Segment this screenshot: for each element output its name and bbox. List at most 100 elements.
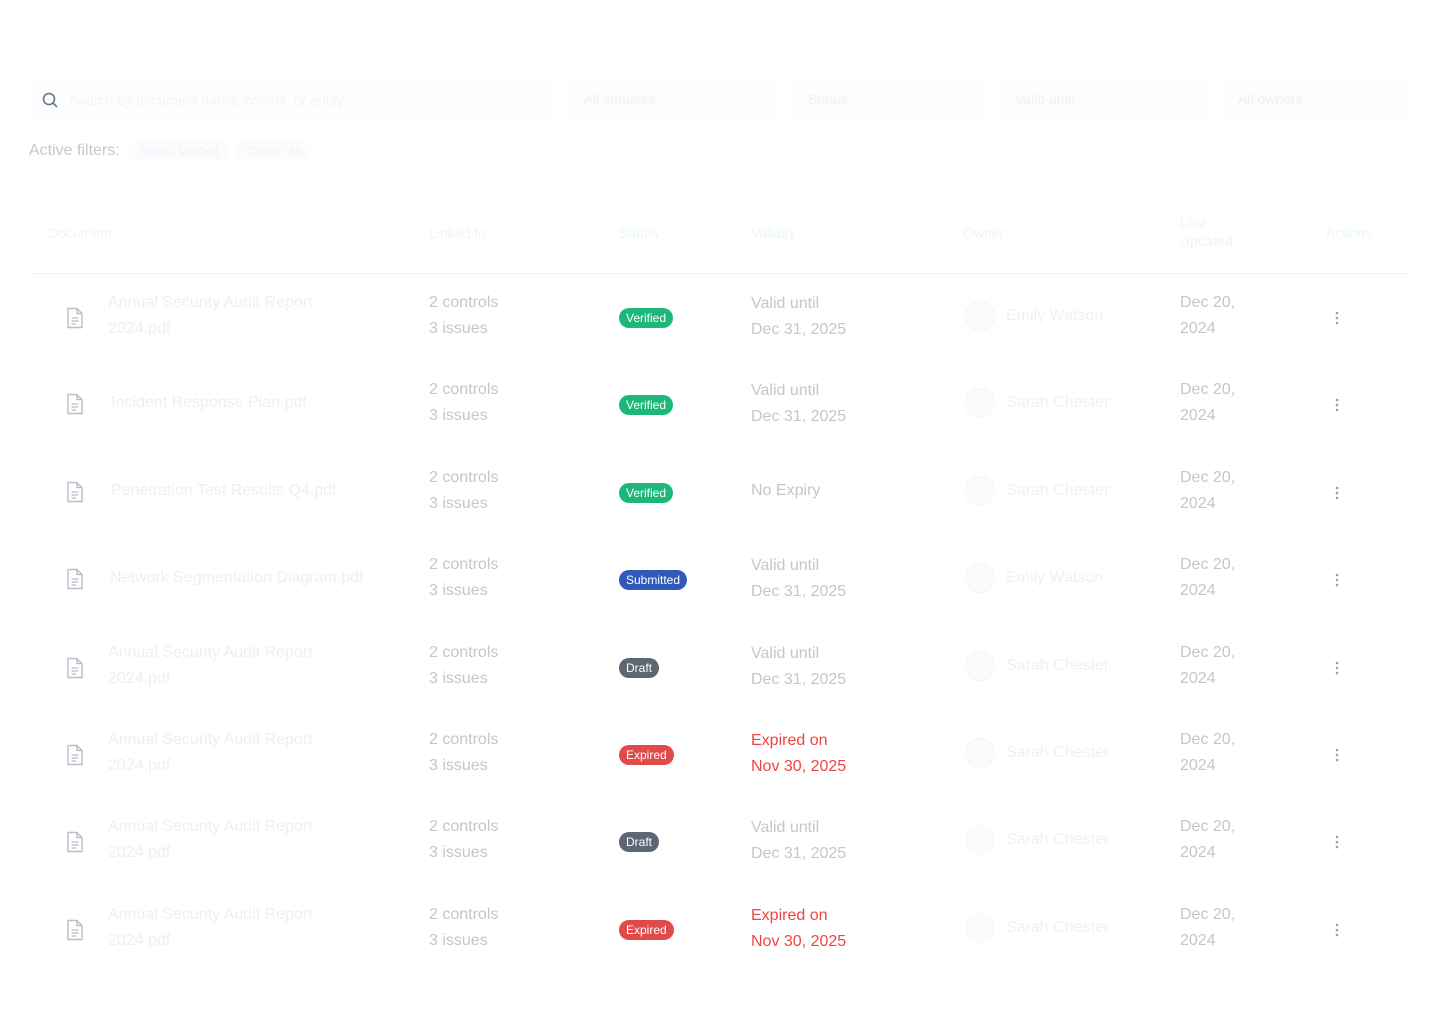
document-icon bbox=[67, 307, 83, 329]
document-icon bbox=[67, 568, 83, 590]
filter-type-label: Status bbox=[808, 91, 848, 107]
owner-name: Sarah Chester bbox=[1006, 744, 1110, 761]
owner-avatar bbox=[965, 301, 995, 331]
owner-avatar bbox=[965, 738, 995, 768]
filter-validity-label: Valid until bbox=[1015, 91, 1075, 107]
filter-status-select[interactable]: All statuses bbox=[570, 80, 777, 120]
document-name-link[interactable]: Network Segmentation Diagram.pdf bbox=[110, 565, 370, 591]
table-row[interactable]: Penetration Test Results Q4.pdf 2 control… bbox=[29, 449, 1411, 536]
last-updated-line-1: Dec 20, bbox=[1180, 556, 1236, 573]
filter-owner-label: All owners bbox=[1238, 91, 1303, 107]
more-actions-icon[interactable] bbox=[1335, 311, 1339, 325]
linked-issues[interactable]: 3 issues bbox=[429, 316, 488, 342]
last-updated-line-1: Dec 20, bbox=[1180, 294, 1236, 311]
table-row[interactable]: Annual Security Audit Report 2024.pdf 2 c… bbox=[29, 711, 1411, 798]
validity-line-1: Expired on bbox=[751, 732, 828, 749]
table-row[interactable]: Annual Security Audit Report 2024.pdf 2 c… bbox=[29, 798, 1411, 885]
document-icon bbox=[67, 481, 83, 503]
linked-controls[interactable]: 2 controls bbox=[429, 377, 498, 403]
filter-chip[interactable]: Status: Verified bbox=[127, 141, 229, 161]
validity-line-2: Dec 31, 2025 bbox=[751, 583, 847, 600]
search-input[interactable] bbox=[69, 88, 539, 112]
status-badge: Verified bbox=[619, 308, 674, 328]
search-box[interactable] bbox=[29, 80, 553, 120]
owner-avatar bbox=[965, 388, 995, 418]
last-updated-line-2: 2024 bbox=[1180, 320, 1216, 337]
validity-line-2: Dec 31, 2025 bbox=[751, 671, 847, 688]
document-name-link[interactable]: Annual Security Audit Report 2024.pdf bbox=[108, 902, 368, 954]
more-actions-icon[interactable] bbox=[1335, 661, 1339, 675]
filter-chip[interactable]: Owner: All bbox=[236, 141, 312, 161]
validity-line-1: No Expiry bbox=[751, 482, 821, 499]
column-header-validity[interactable]: Validity bbox=[751, 224, 795, 242]
more-actions-icon[interactable] bbox=[1335, 923, 1339, 937]
toolbar: All statuses Status Valid until All owne… bbox=[29, 80, 1411, 120]
table-row[interactable]: Network Segmentation Diagram.pdf 2 contro… bbox=[29, 536, 1411, 623]
document-name-link[interactable]: Penetration Test Results Q4.pdf bbox=[111, 478, 371, 504]
document-name-link[interactable]: Annual Security Audit Report 2024.pdf bbox=[108, 814, 368, 866]
linked-issues[interactable]: 3 issues bbox=[429, 753, 488, 779]
status-badge: Verified bbox=[619, 395, 674, 415]
table-row[interactable]: Annual Security Audit Report 2024.pdf 2 c… bbox=[29, 886, 1411, 973]
more-actions-icon[interactable] bbox=[1335, 748, 1339, 762]
linked-issues[interactable]: 3 issues bbox=[429, 928, 488, 954]
column-header-last-updated[interactable]: Last Updated bbox=[1180, 214, 1260, 250]
validity-line-1: Valid until bbox=[751, 557, 820, 574]
filter-validity-select[interactable]: Valid until bbox=[1001, 80, 1207, 120]
validity-line-1: Expired on bbox=[751, 907, 828, 924]
linked-controls[interactable]: 2 controls bbox=[429, 814, 498, 840]
linked-controls[interactable]: 2 controls bbox=[429, 902, 498, 928]
column-header-document[interactable]: Document bbox=[48, 224, 112, 242]
linked-issues[interactable]: 3 issues bbox=[429, 578, 488, 604]
status-badge: Draft bbox=[619, 658, 660, 678]
status-badge: Verified bbox=[619, 483, 674, 503]
table-row[interactable]: Annual Security Audit Report 2024.pdf 2 c… bbox=[29, 274, 1411, 361]
more-actions-icon[interactable] bbox=[1335, 835, 1339, 849]
last-updated-line-2: 2024 bbox=[1180, 407, 1216, 424]
more-actions-icon[interactable] bbox=[1335, 573, 1339, 587]
last-updated-line-2: 2024 bbox=[1180, 932, 1216, 949]
linked-controls[interactable]: 2 controls bbox=[429, 640, 498, 666]
owner-name: Emily Watson bbox=[1006, 307, 1104, 324]
owner-name: Sarah Chester bbox=[1006, 831, 1110, 848]
last-updated-line-2: 2024 bbox=[1180, 670, 1216, 687]
linked-issues[interactable]: 3 issues bbox=[429, 403, 488, 429]
more-actions-icon[interactable] bbox=[1335, 486, 1339, 500]
validity-line-2: Dec 31, 2025 bbox=[751, 845, 847, 862]
linked-issues[interactable]: 3 issues bbox=[429, 491, 488, 517]
last-updated-line-2: 2024 bbox=[1180, 495, 1216, 512]
linked-controls[interactable]: 2 controls bbox=[429, 465, 498, 491]
owner-name: Emily Watson bbox=[1006, 569, 1104, 586]
linked-issues[interactable]: 3 issues bbox=[429, 840, 488, 866]
status-badge: Submitted bbox=[619, 570, 688, 590]
document-icon bbox=[67, 744, 83, 766]
filter-type-select[interactable]: Status bbox=[794, 80, 984, 120]
table-header: Document Linked to Status Validity Owner… bbox=[29, 196, 1411, 274]
linked-controls[interactable]: 2 controls bbox=[429, 727, 498, 753]
column-header-status[interactable]: Status bbox=[619, 224, 659, 242]
document-name-link[interactable]: Incident Response Plan.pdf bbox=[111, 390, 371, 416]
linked-issues[interactable]: 3 issues bbox=[429, 666, 488, 692]
document-name-link[interactable]: Annual Security Audit Report 2024.pdf bbox=[108, 727, 368, 779]
validity-line-2: Nov 30, 2025 bbox=[751, 933, 847, 950]
document-name-link[interactable]: Annual Security Audit Report 2024.pdf bbox=[108, 640, 368, 692]
linked-controls[interactable]: 2 controls bbox=[429, 290, 498, 316]
last-updated-line-1: Dec 20, bbox=[1180, 906, 1236, 923]
more-actions-icon[interactable] bbox=[1335, 398, 1339, 412]
linked-controls[interactable]: 2 controls bbox=[429, 552, 498, 578]
filter-owner-select[interactable]: All owners bbox=[1224, 80, 1411, 120]
owner-name: Sarah Chester bbox=[1006, 482, 1110, 499]
document-icon bbox=[67, 657, 83, 679]
table-row[interactable]: Incident Response Plan.pdf 2 controls 3 is… bbox=[29, 361, 1411, 448]
filter-status-label: All statuses bbox=[584, 91, 656, 107]
document-name-link[interactable]: Annual Security Audit Report 2024.pdf bbox=[108, 290, 368, 342]
table-row[interactable]: Annual Security Audit Report 2024.pdf 2 c… bbox=[29, 624, 1411, 711]
owner-name: Sarah Chester bbox=[1006, 919, 1110, 936]
validity-line-1: Valid until bbox=[751, 295, 820, 312]
column-header-owner[interactable]: Owner bbox=[963, 224, 1004, 242]
owner-avatar bbox=[965, 825, 995, 855]
documents-table: Document Linked to Status Validity Owner… bbox=[29, 196, 1411, 950]
column-header-linked[interactable]: Linked to bbox=[429, 224, 486, 242]
document-icon bbox=[67, 831, 83, 853]
validity-line-2: Nov 30, 2025 bbox=[751, 758, 847, 775]
